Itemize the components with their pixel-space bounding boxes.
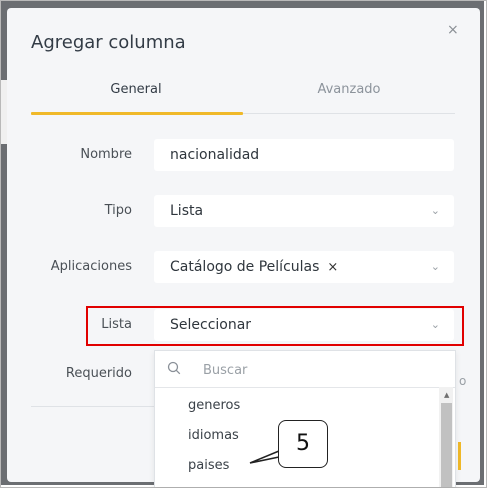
step-number-callout: 5: [278, 420, 328, 468]
callout-pointer: [249, 450, 280, 464]
